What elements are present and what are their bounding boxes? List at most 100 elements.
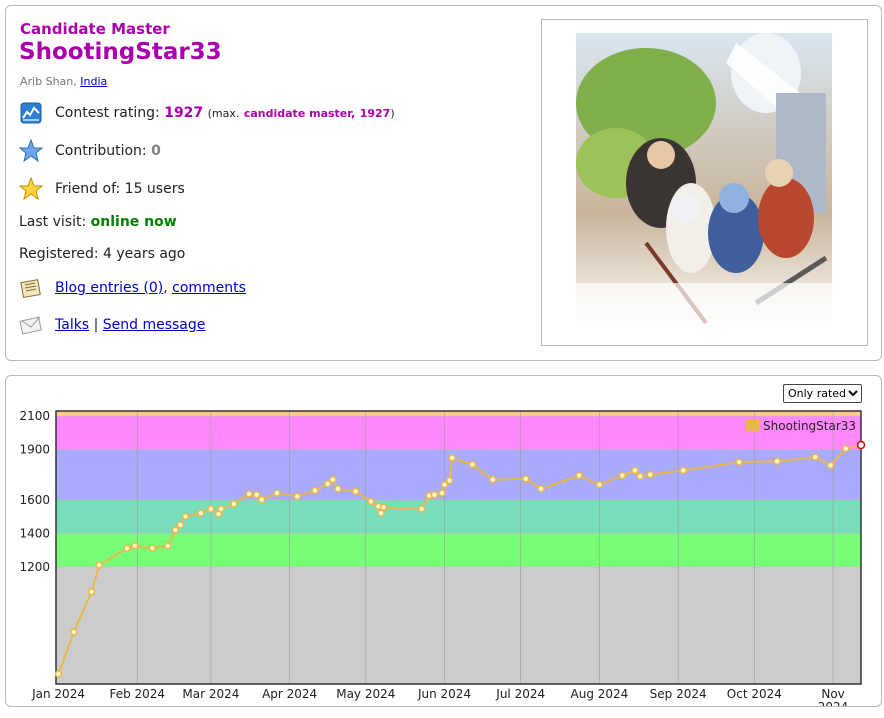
rating-chart: Jan 2024 Feb 2024 Mar 2024 Apr 2024 May 2024… — [19, 409, 866, 706]
rating-point — [87, 588, 96, 596]
rating-chart-icon — [19, 101, 43, 125]
rating-point — [631, 466, 639, 475]
last-visit-value: online now — [90, 214, 177, 230]
rating-point — [430, 490, 439, 499]
rating-point — [54, 670, 63, 678]
x-tick-label: 2024 — [818, 700, 849, 706]
user-name-line: Arib Shan, India — [20, 75, 107, 88]
comma: , — [163, 280, 168, 296]
rating-point — [351, 487, 360, 496]
contribution-label: Contribution: — [55, 143, 147, 159]
x-tick-label: Jun 2024 — [417, 687, 471, 701]
rating-point — [537, 485, 545, 493]
rating-band — [56, 411, 861, 417]
rating-point — [646, 470, 654, 479]
rating-point — [196, 509, 205, 517]
rating-point — [163, 542, 172, 550]
send-message-link[interactable]: Send message — [103, 317, 206, 333]
max-suffix: ) — [390, 106, 395, 120]
rating-point — [679, 466, 687, 475]
contribution-row: Contribution: 0 — [19, 139, 161, 163]
envelope-icon — [19, 313, 43, 337]
rating-point — [181, 512, 190, 521]
legend-swatch — [746, 420, 760, 431]
rating-band — [56, 449, 861, 500]
avatar-frame — [541, 19, 868, 346]
rating-chart-box: Only rated Jan 2024 Feb 2024 Mar 2024 Apr 2… — [5, 375, 882, 707]
rating-value: 1927 — [164, 105, 204, 121]
contest-rating-label: Contest rating: — [55, 105, 160, 121]
rating-point — [95, 561, 103, 569]
rating-point — [257, 496, 266, 504]
rating-point — [811, 453, 820, 461]
rating-band — [56, 416, 861, 450]
legend-label: ShootingStar33 — [763, 419, 856, 433]
comments-link[interactable]: comments — [172, 280, 246, 296]
y-tick-label: 2100 — [19, 409, 50, 423]
user-handle: ShootingStar33 — [19, 39, 222, 65]
x-tick-label: Jan 2024 — [31, 687, 85, 701]
rating-point — [245, 490, 253, 498]
rating-point — [334, 485, 342, 493]
rating-point — [595, 480, 604, 489]
max-rank: candidate master, — [243, 106, 356, 120]
rating-point — [842, 444, 850, 453]
friends-row: Friend of: 15 users — [19, 177, 185, 201]
rating-point — [735, 458, 743, 466]
contribution-value: 0 — [151, 143, 161, 159]
registered-row: Registered: 4 years ago — [19, 246, 185, 262]
talks-link[interactable]: Talks — [55, 317, 89, 333]
x-tick-label: Jul 2024 — [495, 687, 545, 701]
contest-rating-row: Contest rating: 1927 (max. candidate mas… — [19, 101, 395, 125]
rating-point — [773, 457, 781, 465]
blue-star-icon — [19, 139, 43, 163]
rating-point — [522, 475, 530, 483]
rating-point — [217, 505, 225, 513]
rating-point — [311, 486, 319, 495]
x-tick-label: Sep 2024 — [650, 687, 707, 701]
rating-point — [207, 505, 215, 513]
rating-point — [293, 492, 301, 501]
y-tick-label: 1900 — [19, 443, 50, 457]
country-link[interactable]: India — [80, 75, 107, 88]
separator: | — [93, 317, 99, 333]
rating-point — [329, 475, 337, 484]
y-tick-label: 1600 — [19, 493, 50, 507]
rating-point — [377, 509, 385, 517]
gold-star-icon — [19, 177, 43, 201]
rating-point — [230, 500, 238, 508]
rating-point — [826, 461, 835, 470]
rating-point — [636, 472, 644, 481]
rating-point — [70, 628, 78, 636]
last-visit-row: Last visit: online now — [19, 214, 177, 230]
rating-point — [252, 490, 261, 499]
profile-box: Candidate Master ShootingStar33 Arib Sha… — [5, 5, 882, 361]
max-rating: 1927 — [359, 106, 391, 120]
blog-icon — [19, 276, 43, 300]
rating-point — [438, 489, 446, 497]
x-tick-label: May 2024 — [336, 687, 395, 701]
x-tick-label: Feb 2024 — [109, 687, 165, 701]
x-tick-label: Nov — [821, 687, 844, 701]
rating-point — [575, 471, 583, 480]
avatar[interactable] — [576, 33, 832, 333]
talks-row: Talks | Send message — [19, 313, 205, 337]
x-tick-label: Aug 2024 — [571, 687, 629, 701]
rating-point — [123, 544, 131, 553]
rating-band — [56, 566, 861, 684]
rank-title: Candidate Master — [20, 20, 170, 38]
registered-text: Registered: 4 years ago — [19, 246, 186, 262]
rating-point — [618, 471, 627, 480]
y-tick-label: 1400 — [19, 526, 50, 540]
friend-of-text: Friend of: 15 users — [55, 181, 185, 197]
rating-point — [489, 475, 497, 484]
blog-entries-link[interactable]: Blog entries (0) — [55, 280, 163, 296]
rating-point — [468, 460, 477, 469]
max-prefix: (max. — [207, 106, 240, 120]
rating-point — [148, 544, 157, 553]
rating-point — [176, 521, 185, 529]
rating-point — [379, 503, 388, 512]
rating-point — [273, 489, 281, 497]
blog-row: Blog entries (0), comments — [19, 276, 246, 300]
rating-point — [448, 454, 456, 462]
